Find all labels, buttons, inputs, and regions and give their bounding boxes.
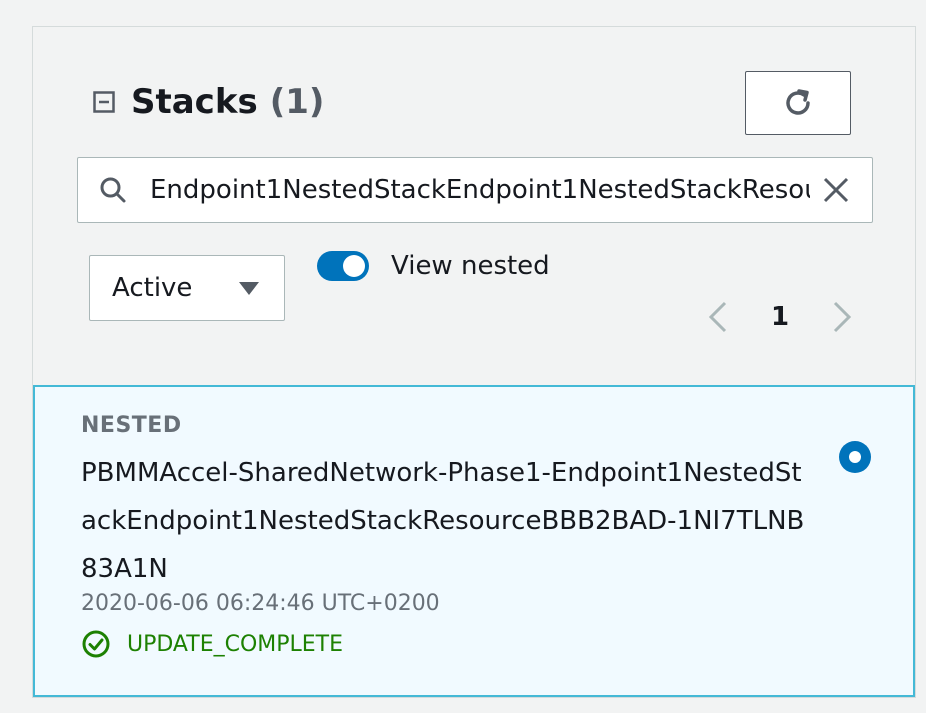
stack-count: (1) [269,82,325,122]
chevron-right-icon[interactable] [827,297,857,337]
refresh-icon [786,89,810,115]
check-circle-icon [82,630,110,658]
toggle-knob [343,255,365,277]
stack-list-item[interactable]: NESTED PBMMAccel-SharedNetwork-Phase1-En… [33,385,915,697]
collapse-icon[interactable] [93,91,115,113]
search-box [77,157,873,223]
stack-timestamp: 2020-06-06 06:24:46 UTC+0200 [81,591,440,616]
radio-dot [849,451,861,463]
current-page[interactable]: 1 [771,302,789,332]
status-text: UPDATE_COMPLETE [127,631,344,657]
chevron-left-icon[interactable] [703,297,733,337]
view-nested-toggle-group: View nested [317,251,550,281]
status-filter-value: Active [112,273,193,303]
status-filter-select[interactable]: Active [89,255,285,321]
stack-select-radio[interactable] [839,441,871,473]
panel-header: Stacks (1) Active [33,27,915,385]
stacks-panel: Stacks (1) Active [32,26,916,698]
refresh-button[interactable] [745,71,851,135]
page-title: Stacks [131,82,258,122]
close-icon[interactable] [820,174,852,206]
title-row: Stacks (1) [93,82,324,122]
stack-name: PBMMAccel-SharedNetwork-Phase1-Endpoint1… [81,458,805,584]
search-icon [100,177,126,203]
view-nested-toggle[interactable] [317,251,369,281]
search-input[interactable] [150,165,810,215]
caret-down-icon [239,282,259,295]
nested-badge: NESTED [81,413,182,438]
view-nested-label: View nested [391,251,550,281]
status-badge: UPDATE_COMPLETE [81,629,343,659]
pagination: 1 [703,297,857,337]
